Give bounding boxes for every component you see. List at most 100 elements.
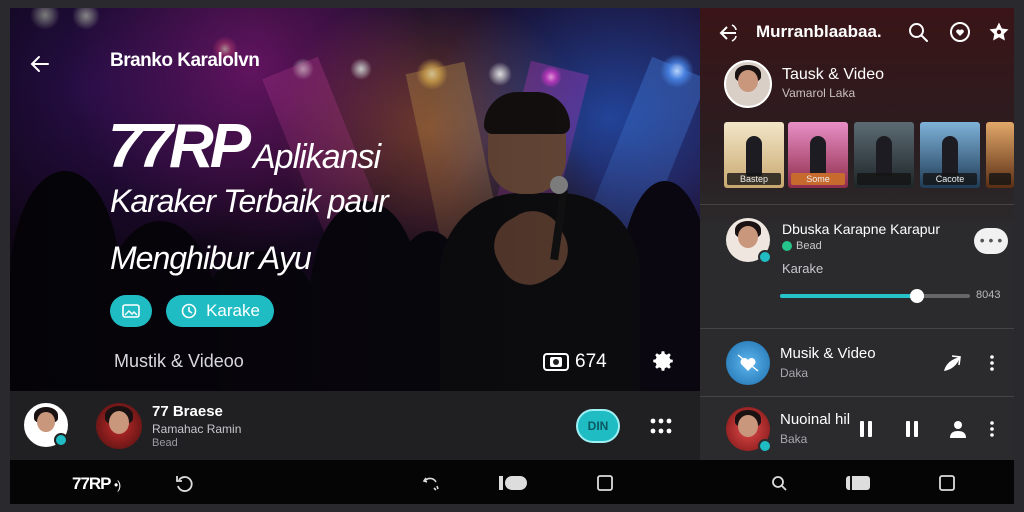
- brand-name: Branko Karalolvn: [110, 50, 260, 71]
- panel-back-button[interactable]: [716, 21, 740, 45]
- artwork-face: [108, 411, 130, 435]
- progress-handle[interactable]: [909, 289, 924, 303]
- list-item-avatar: [726, 407, 772, 453]
- recents-button[interactable]: [594, 472, 616, 494]
- list-item[interactable]: Nuoinal hil Baka: [700, 398, 1014, 460]
- cast-button[interactable]: [844, 472, 874, 494]
- more-grid-icon: [650, 418, 672, 434]
- share-button[interactable]: [940, 351, 964, 375]
- arrow-left-icon: [719, 24, 737, 42]
- thumbnail-figure: [810, 136, 826, 176]
- now-playing-subtitle: Karake: [782, 261, 824, 276]
- search-nav-button[interactable]: [768, 472, 790, 494]
- thumbnail-figure: [746, 136, 762, 176]
- list-item-icon: [726, 341, 770, 385]
- heart-icon: [950, 22, 970, 42]
- rotate-icon: [176, 476, 193, 492]
- home-button[interactable]: [498, 472, 528, 494]
- thumbnail-2[interactable]: Some: [788, 122, 848, 188]
- more-vertical-icon: [990, 355, 994, 371]
- star-button[interactable]: [987, 20, 1011, 44]
- hero-headline-1: Aplikansi: [253, 138, 381, 176]
- karaoke-button-label: Karake: [206, 301, 260, 320]
- thumbnail-figure: [876, 136, 892, 176]
- back-button[interactable]: [28, 52, 52, 76]
- share-icon: [944, 355, 961, 371]
- app-window: Branko Karalolvn 77RP Aplikansi Karaker …: [10, 8, 1014, 504]
- now-playing-avatar[interactable]: [726, 218, 772, 264]
- play-button[interactable]: DIN: [576, 409, 620, 443]
- square-icon: [939, 475, 955, 491]
- avatar-face: [738, 414, 758, 437]
- thumbnail-figure: [942, 136, 958, 176]
- panel-title: Murranblaabaa.: [756, 22, 882, 41]
- side-panel: Murranblaabaa. Tausk & Video Vamarol Lak…: [700, 8, 1014, 460]
- gallery-button[interactable]: [110, 295, 152, 327]
- divider: [700, 328, 1014, 329]
- hero-subtitle: Mustik & Videoo: [114, 351, 244, 371]
- progress-slider[interactable]: [780, 289, 970, 303]
- featured-avatar[interactable]: [724, 60, 772, 108]
- pause-icon: [860, 421, 872, 437]
- now-playing-tag: Bead: [782, 240, 822, 252]
- pause-button[interactable]: [854, 417, 878, 441]
- recents-button-2[interactable]: [936, 472, 958, 494]
- square-icon: [597, 475, 613, 491]
- now-playing-more-button[interactable]: • • •: [974, 228, 1008, 254]
- thumbnail-4[interactable]: Cacote: [920, 122, 980, 188]
- user-avatar[interactable]: [24, 403, 68, 447]
- thumbnail-label: Cacote: [923, 173, 977, 185]
- now-playing-title: Dbuska Karapne Karapur: [782, 221, 940, 237]
- hero-banner: Branko Karalolvn 77RP Aplikansi Karaker …: [10, 8, 700, 391]
- list-item-title: Nuoinal hil: [780, 411, 851, 428]
- avatar-face: [738, 69, 758, 92]
- row-more-button[interactable]: [980, 417, 1004, 441]
- progress-time: 8043: [976, 289, 1001, 301]
- more-options-button[interactable]: [648, 413, 674, 439]
- gear-icon: [653, 351, 673, 371]
- system-navigation-bar: 77RP •): [10, 460, 1014, 504]
- sync-icon: [181, 303, 197, 319]
- arrow-left-icon: [30, 56, 49, 72]
- thumbnail-1[interactable]: Bastep: [724, 122, 784, 188]
- thumbnail-5[interactable]: [986, 122, 1014, 188]
- online-badge: [758, 439, 772, 453]
- image-icon: [122, 304, 140, 318]
- divider: [700, 204, 1014, 205]
- home-pill-icon: [499, 476, 527, 490]
- track-title: 77 Braese: [152, 403, 223, 420]
- karaoke-button[interactable]: Karake: [166, 295, 274, 327]
- track-artist: Ramahac Ramin: [152, 422, 242, 436]
- search-icon: [909, 23, 928, 42]
- featured-subtitle: Vamarol Laka: [782, 86, 856, 100]
- thumbnail-label: [989, 173, 1011, 185]
- screen-icon: [846, 476, 870, 490]
- favorite-button[interactable]: [948, 20, 972, 44]
- pause-icon: [906, 421, 918, 437]
- progress-fill: [780, 294, 917, 298]
- row-more-button[interactable]: [980, 351, 1004, 375]
- list-item-subtitle: Baka: [780, 432, 808, 446]
- pause-button-2[interactable]: [900, 417, 924, 441]
- list-item[interactable]: Musik & Video Daka: [700, 332, 1014, 394]
- featured-title: Tausk & Video: [782, 66, 884, 83]
- view-count: 674: [543, 351, 607, 373]
- back-nav-button[interactable]: [420, 472, 442, 494]
- avatar-face: [37, 412, 55, 433]
- back-nav-icon: [422, 477, 439, 491]
- view-count-value: 674: [575, 351, 607, 372]
- hero-headline-3: Menghibur Ayu: [110, 240, 312, 276]
- more-vertical-icon: [990, 421, 994, 437]
- profile-button[interactable]: [946, 417, 970, 441]
- hero-logo: 77RP: [108, 112, 251, 181]
- search-button[interactable]: [906, 20, 930, 44]
- track-artwork[interactable]: [96, 403, 142, 449]
- avatar-face: [738, 225, 758, 248]
- status-dot: [782, 241, 792, 251]
- rotate-button[interactable]: [174, 472, 196, 494]
- thumbnail-3[interactable]: [854, 122, 914, 188]
- track-subtitle: Bead: [152, 437, 178, 449]
- thumbnail-label: Bastep: [727, 173, 781, 185]
- search-rotate-icon: [772, 476, 787, 491]
- settings-button[interactable]: [650, 348, 676, 374]
